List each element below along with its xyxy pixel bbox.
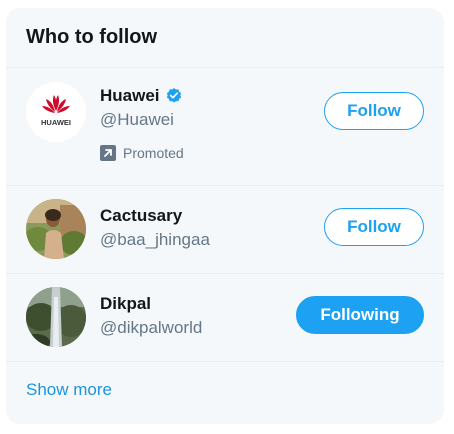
avatar-dikpal[interactable] (26, 287, 86, 347)
who-to-follow-panel: Who to follow HUAWEI Huawei @Huawei Prom… (6, 8, 444, 424)
account-row-cactusary[interactable]: Cactusary @baa_jhingaa Follow (6, 186, 444, 274)
account-info: Dikpal @dikpalworld (100, 294, 202, 338)
account-row-huawei[interactable]: HUAWEI Huawei @Huawei Promoted Follow (6, 68, 444, 186)
account-name[interactable]: Cactusary (100, 206, 182, 226)
following-button-dikpal[interactable]: Following (296, 296, 424, 334)
account-handle: @Huawei (100, 110, 174, 129)
avatar-huawei[interactable]: HUAWEI (26, 82, 86, 142)
avatar-cactusary[interactable] (26, 199, 86, 259)
verified-badge-icon (166, 88, 181, 103)
account-info: Huawei @Huawei Promoted (100, 86, 184, 161)
show-more-link[interactable]: Show more (26, 380, 112, 400)
account-row-dikpal[interactable]: Dikpal @dikpalworld Following (6, 274, 444, 362)
panel-header: Who to follow (6, 8, 444, 68)
follow-button-huawei[interactable]: Follow (324, 92, 424, 130)
photo-avatar-icon (26, 199, 86, 259)
promoted-icon (100, 145, 116, 161)
huawei-logo-icon: HUAWEI (41, 95, 71, 127)
panel-title: Who to follow (26, 26, 158, 48)
account-handle: @baa_jhingaa (100, 230, 210, 249)
promoted-label: Promoted (123, 145, 184, 161)
promoted-indicator: Promoted (100, 145, 184, 161)
huawei-logo-text: HUAWEI (41, 118, 71, 127)
account-name[interactable]: Dikpal (100, 294, 151, 314)
account-handle: @dikpalworld (100, 318, 203, 337)
follow-button-cactusary[interactable]: Follow (324, 208, 424, 246)
photo-avatar-icon (26, 287, 86, 347)
account-name[interactable]: Huawei (100, 86, 160, 106)
account-info: Cactusary @baa_jhingaa (100, 206, 210, 250)
